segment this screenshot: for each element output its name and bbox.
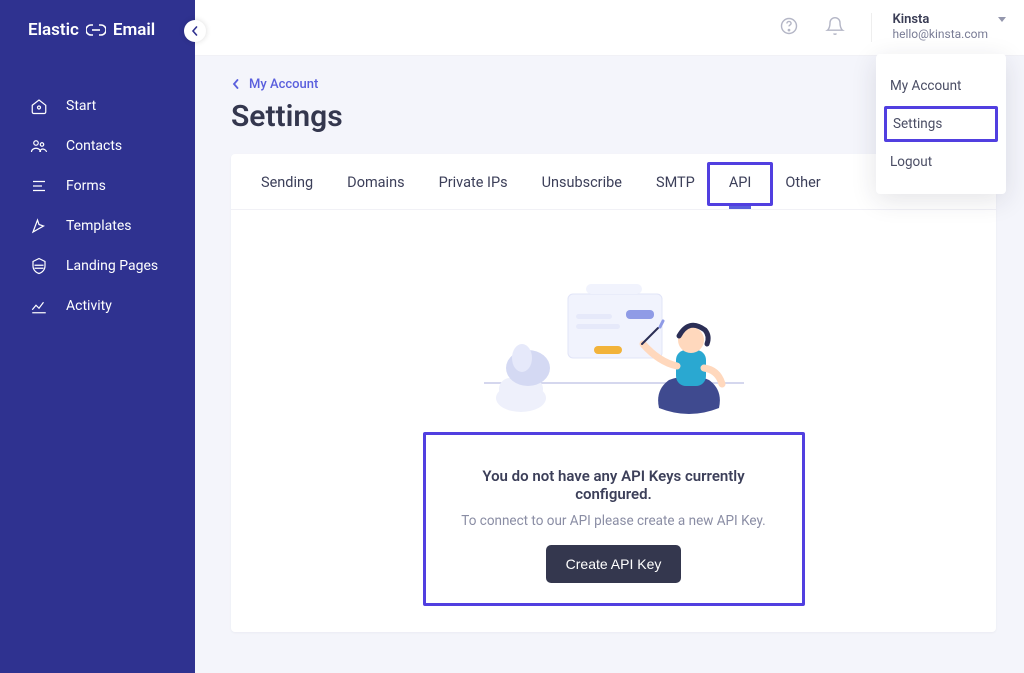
empty-title: You do not have any API Keys currently c… bbox=[444, 467, 784, 503]
dropdown-my-account[interactable]: My Account bbox=[876, 68, 1006, 104]
tab-private-ips[interactable]: Private IPs bbox=[439, 174, 508, 209]
tab-other[interactable]: Other bbox=[785, 174, 820, 209]
user-dropdown: My Account Settings Logout bbox=[876, 54, 1006, 194]
sidebar-item-landing[interactable]: Landing Pages bbox=[0, 246, 195, 286]
activity-icon bbox=[30, 297, 48, 315]
link-icon bbox=[86, 24, 106, 36]
user-email: hello@kinsta.com bbox=[892, 28, 988, 42]
collapse-sidebar-button[interactable] bbox=[184, 20, 206, 42]
empty-subtitle: To connect to our API please create a ne… bbox=[444, 513, 784, 529]
home-icon bbox=[30, 97, 48, 115]
sidebar-item-start[interactable]: Start bbox=[0, 86, 195, 126]
templates-icon bbox=[30, 217, 48, 235]
tab-sending[interactable]: Sending bbox=[261, 174, 313, 209]
sidebar-item-contacts[interactable]: Contacts bbox=[0, 126, 195, 166]
highlight-active-tab bbox=[707, 162, 773, 206]
settings-card: Sending Domains Private IPs Unsubscribe … bbox=[231, 154, 996, 632]
breadcrumb[interactable]: My Account bbox=[231, 77, 318, 92]
tab-domains[interactable]: Domains bbox=[347, 174, 404, 209]
create-api-key-button[interactable]: Create API Key bbox=[546, 545, 682, 583]
brand-logo[interactable]: Elastic Email bbox=[0, 20, 195, 40]
dropdown-logout[interactable]: Logout bbox=[876, 144, 1006, 180]
chevron-down-icon bbox=[998, 17, 1006, 22]
bell-icon[interactable] bbox=[825, 16, 845, 40]
help-icon[interactable] bbox=[779, 16, 799, 40]
empty-illustration bbox=[231, 210, 996, 432]
tab-unsubscribe[interactable]: Unsubscribe bbox=[542, 174, 622, 209]
tab-smtp[interactable]: SMTP bbox=[656, 174, 695, 209]
forms-icon bbox=[30, 177, 48, 195]
sidebar-item-forms[interactable]: Forms bbox=[0, 166, 195, 206]
main: Kinsta hello@kinsta.com My Account Setti… bbox=[195, 0, 1024, 673]
topbar: Kinsta hello@kinsta.com bbox=[195, 0, 1024, 56]
user-name: Kinsta bbox=[892, 13, 988, 28]
highlight-empty-state: You do not have any API Keys currently c… bbox=[423, 432, 805, 606]
sidebar-item-activity[interactable]: Activity bbox=[0, 286, 195, 326]
api-empty-state: You do not have any API Keys currently c… bbox=[444, 453, 784, 595]
sidebar-item-templates[interactable]: Templates bbox=[0, 206, 195, 246]
sidebar-nav: Start Contacts Forms Templates Landing P… bbox=[0, 86, 195, 326]
user-menu-trigger[interactable]: Kinsta hello@kinsta.com bbox=[871, 13, 1002, 42]
landing-icon bbox=[30, 257, 48, 275]
dropdown-settings[interactable]: Settings bbox=[884, 106, 998, 142]
contacts-icon bbox=[30, 137, 48, 155]
sidebar: Elastic Email Start Contacts Forms Templ… bbox=[0, 0, 195, 673]
person-laptop-icon bbox=[474, 258, 754, 428]
chevron-left-icon bbox=[231, 79, 241, 89]
